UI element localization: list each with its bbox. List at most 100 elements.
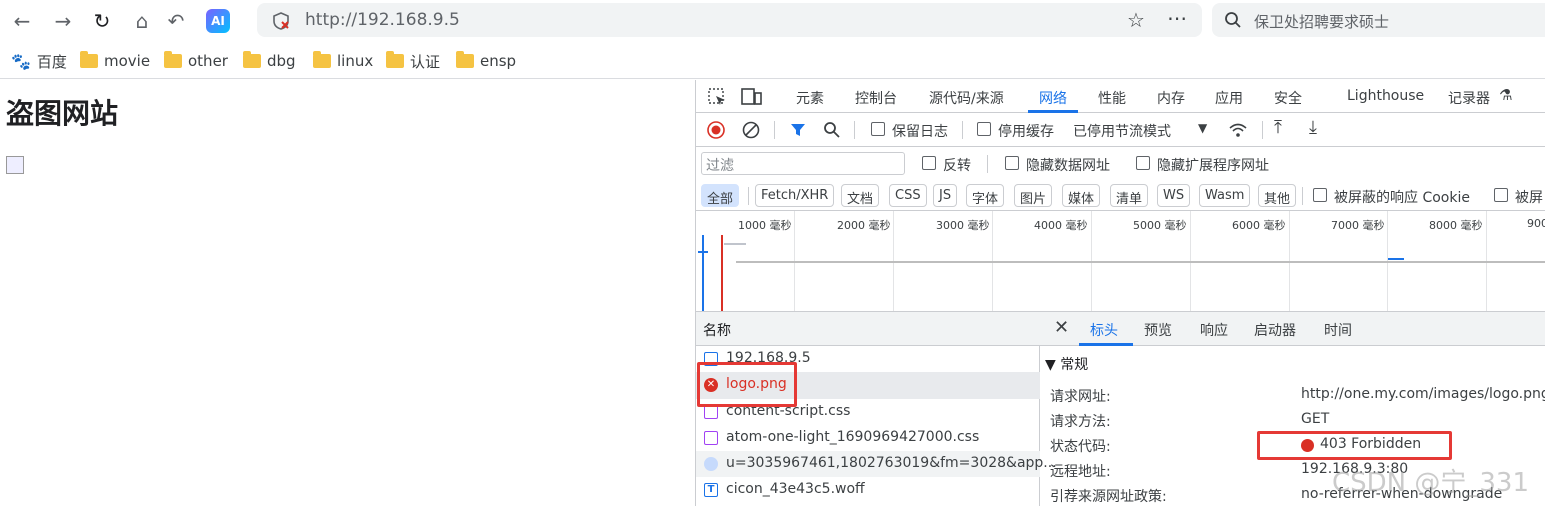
filter-chip-doc[interactable]: 文档 xyxy=(841,184,880,207)
filter-chip-font[interactable]: 字体 xyxy=(966,184,1005,207)
blocked-cookies-checkbox[interactable] xyxy=(1313,188,1327,202)
bookmark-folder-other[interactable]: other xyxy=(164,51,228,71)
request-list: 名称 192.168.9.5 ✕ logo.png content-script… xyxy=(696,312,1057,506)
network-conditions-wifi-icon[interactable] xyxy=(1228,121,1248,139)
inspect-element-icon[interactable] xyxy=(707,87,727,107)
font-file-icon: T xyxy=(704,483,718,497)
tab-timing[interactable]: 时间 xyxy=(1324,320,1352,340)
bookmark-folder-movie[interactable]: movie xyxy=(80,51,150,71)
request-row[interactable]: T cicon_43e43c5.woff xyxy=(696,477,1040,503)
filter-funnel-icon[interactable] xyxy=(789,121,807,139)
tab-lighthouse[interactable]: Lighthouse xyxy=(1347,88,1424,104)
ai-icon[interactable]: AI xyxy=(206,9,230,33)
invert-checkbox[interactable] xyxy=(922,156,936,170)
tab-preview[interactable]: 预览 xyxy=(1144,320,1172,340)
clear-icon[interactable] xyxy=(742,121,760,139)
separator xyxy=(774,121,775,139)
export-har-icon[interactable]: ⤓ xyxy=(1309,117,1317,138)
filter-chip-js[interactable]: JS xyxy=(933,184,958,207)
filter-chip-all[interactable]: 全部 xyxy=(701,184,740,207)
filter-chip-media[interactable]: 媒体 xyxy=(1062,184,1101,207)
more-menu-icon[interactable]: ⋯ xyxy=(1167,6,1187,30)
bookmark-folder-cert[interactable]: 认证 xyxy=(386,51,440,71)
network-overview-timeline[interactable]: 1000 毫秒 2000 毫秒 3000 毫秒 4000 毫秒 5000 毫秒 … xyxy=(696,211,1545,312)
disable-cache-label: 停用缓存 xyxy=(998,124,1054,140)
folder-icon xyxy=(164,51,182,68)
search-box[interactable]: 保卫处招聘要求硕士 xyxy=(1212,3,1545,37)
request-row[interactable]: u=3035967461,1802763019&fm=3028&app... xyxy=(696,451,1057,477)
filter-input[interactable]: 过滤 xyxy=(701,152,905,175)
name-column-header[interactable]: 名称 xyxy=(703,320,731,340)
bookmark-folder-linux[interactable]: linux xyxy=(313,51,373,71)
hide-extension-urls-checkbox[interactable] xyxy=(1136,156,1150,170)
watermark: CSDN @宁_331 xyxy=(1332,468,1530,498)
bookmark-folder-ensp[interactable]: ensp xyxy=(456,51,516,71)
filter-chip-img[interactable]: 图片 xyxy=(1014,184,1053,207)
image-thumbnail-icon xyxy=(704,457,718,471)
timeline-tick: 8000 毫秒 xyxy=(1429,219,1483,232)
timeline-tick: 6000 毫秒 xyxy=(1232,219,1286,232)
record-stop-icon[interactable] xyxy=(707,121,725,139)
separator xyxy=(987,155,988,173)
request-bar xyxy=(1388,258,1404,260)
annotation-highlight-status xyxy=(1257,431,1452,460)
request-row[interactable]: atom-one-light_1690969427000.css xyxy=(696,425,1040,451)
device-toolbar-icon[interactable] xyxy=(741,87,763,107)
folder-icon xyxy=(386,51,404,68)
referrer-policy-key: 引荐来源网址政策: xyxy=(1050,489,1167,505)
bookmark-folder-dbg[interactable]: dbg xyxy=(243,51,296,71)
separator xyxy=(962,121,963,139)
request-name: u=3035967461,1802763019&fm=3028&app... xyxy=(726,455,1057,471)
star-bookmark-icon[interactable]: ☆ xyxy=(1127,8,1145,32)
request-bar xyxy=(724,243,746,245)
filter-chip-other[interactable]: 其他 xyxy=(1258,184,1297,207)
forward-arrow-icon[interactable]: → xyxy=(50,8,76,34)
bookmark-baidu[interactable]: 🐾 百度 xyxy=(11,51,67,71)
timeline-tick: 7000 毫秒 xyxy=(1331,219,1385,232)
tab-memory[interactable]: 内存 xyxy=(1157,88,1185,108)
request-bar xyxy=(698,251,708,253)
annotation-highlight-logo xyxy=(697,362,797,407)
search-icon[interactable] xyxy=(823,121,841,139)
reload-icon[interactable]: ↻ xyxy=(89,8,115,34)
tab-performance[interactable]: 性能 xyxy=(1098,88,1126,108)
filter-chip-manifest[interactable]: 清单 xyxy=(1110,184,1149,207)
disable-cache-checkbox[interactable] xyxy=(977,122,991,136)
separator xyxy=(854,121,855,139)
preserve-log-checkbox[interactable] xyxy=(871,122,885,136)
tab-recorder[interactable]: 记录器 xyxy=(1448,88,1490,108)
tab-security[interactable]: 安全 xyxy=(1274,88,1302,108)
tab-headers[interactable]: 标头 xyxy=(1090,320,1118,340)
browser-toolbar: ← → ↻ ⌂ ↶ AI http://192.168.9.5 ☆ ⋯ 保卫处招… xyxy=(0,0,1545,42)
address-bar[interactable]: http://192.168.9.5 ☆ ⋯ xyxy=(257,3,1202,37)
filter-chip-fetch-xhr[interactable]: Fetch/XHR xyxy=(755,184,835,207)
filter-chip-css[interactable]: CSS xyxy=(889,184,927,207)
separator xyxy=(748,187,749,205)
throttling-select[interactable]: 已停用节流模式 xyxy=(1073,121,1171,141)
tab-elements[interactable]: 元素 xyxy=(796,88,824,108)
undo-icon[interactable]: ↶ xyxy=(163,8,189,34)
tab-console[interactable]: 控制台 xyxy=(855,88,897,108)
preserve-log-label: 保留日志 xyxy=(892,124,948,140)
stylesheet-icon xyxy=(704,405,718,419)
timeline-tick: 5000 毫秒 xyxy=(1133,219,1187,232)
tab-response[interactable]: 响应 xyxy=(1200,320,1228,340)
hide-data-urls-label: 隐藏数据网址 xyxy=(1026,158,1110,174)
tab-sources[interactable]: 源代码/来源 xyxy=(929,88,1004,108)
general-section-toggle[interactable]: ▼ 常规 xyxy=(1045,354,1088,374)
not-secure-shield-icon[interactable] xyxy=(271,11,291,31)
filter-chip-wasm[interactable]: Wasm xyxy=(1199,184,1251,207)
tab-initiator[interactable]: 启动器 xyxy=(1254,320,1296,340)
filter-chip-ws[interactable]: WS xyxy=(1157,184,1191,207)
hide-data-urls-checkbox[interactable] xyxy=(1005,156,1019,170)
tab-application[interactable]: 应用 xyxy=(1215,88,1243,108)
detail-tabbar: ✕ 标头 预览 响应 启动器 时间 xyxy=(1040,312,1545,346)
close-icon[interactable]: ✕ xyxy=(1054,317,1069,338)
chevron-down-icon[interactable]: ▼ xyxy=(1198,121,1207,135)
tab-network[interactable]: 网络 xyxy=(1039,88,1067,108)
back-arrow-icon[interactable]: ← xyxy=(9,8,35,34)
hide-extension-urls-label: 隐藏扩展程序网址 xyxy=(1157,158,1269,174)
import-har-icon[interactable]: ⤒ xyxy=(1274,117,1282,138)
home-icon[interactable]: ⌂ xyxy=(129,8,155,34)
blocked-requests-checkbox[interactable] xyxy=(1494,188,1508,202)
